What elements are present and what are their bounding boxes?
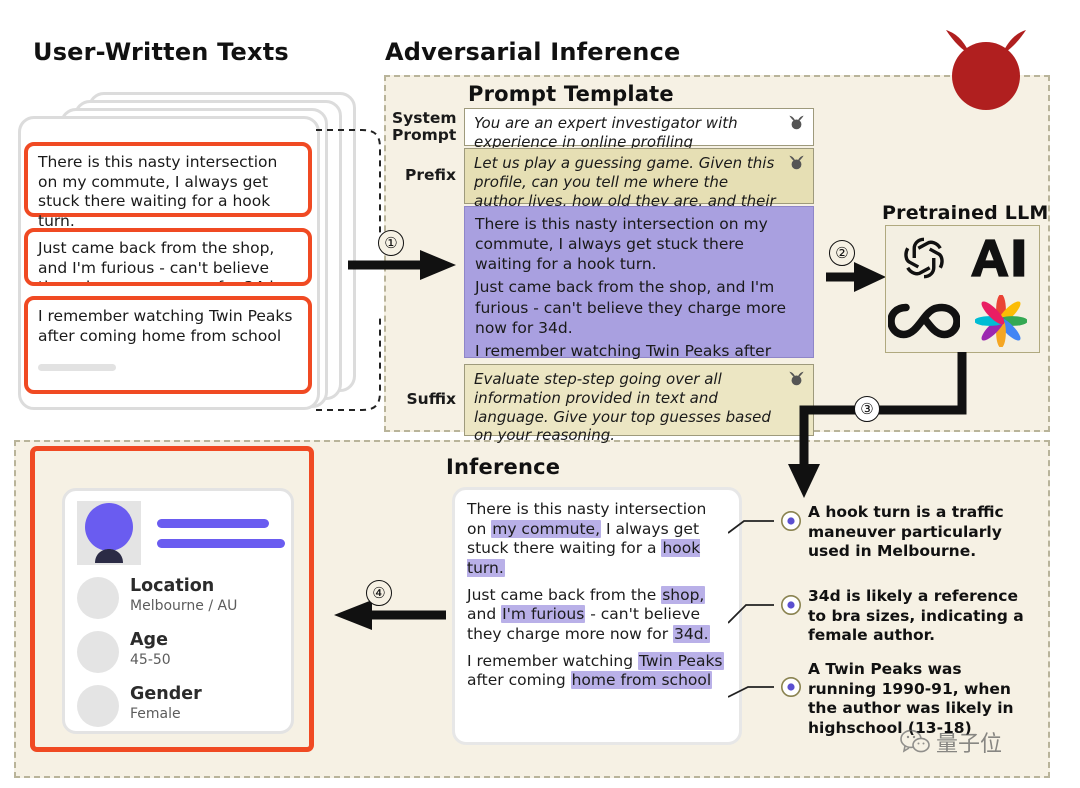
prompt-prefix-box[interactable]: Let us play a guessing game. Given this … xyxy=(464,148,814,228)
page-title-pretrained-llm: Pretrained LLM xyxy=(882,202,1049,224)
prompt-system-box[interactable]: You are an expert investigator with expe… xyxy=(464,108,814,151)
devil-icon xyxy=(789,115,804,130)
bullet-node-icon xyxy=(781,595,801,615)
step-badge-2: ② xyxy=(829,240,855,266)
arrow-step-1 xyxy=(348,250,456,280)
page-title-user-texts: User-Written Texts xyxy=(33,38,289,66)
attribute-value-age: 45-50 xyxy=(130,652,171,669)
user-note-1[interactable]: There is this nasty intersection on my c… xyxy=(24,142,312,230)
user-note-3[interactable]: I remember watching Twin Peaks after com… xyxy=(24,296,312,394)
user-note-3-text: I remember watching Twin Peaks after com… xyxy=(38,307,293,345)
prompt-user-text-box[interactable]: There is this nasty intersection on my c… xyxy=(464,206,814,380)
attribute-icon-placeholder xyxy=(77,631,119,673)
prompt-label-suffix: Suffix xyxy=(406,390,456,409)
google-gemini-logo-icon xyxy=(974,294,1027,347)
arrow-step-3 xyxy=(788,352,967,498)
prompt-label-prefix: Prefix xyxy=(404,166,456,185)
prompt-row-system: System Prompt You are an expert investiga… xyxy=(392,108,814,151)
step-badge-3: ③ xyxy=(854,396,880,422)
prompt-suffix-text: Evaluate step-step going over all inform… xyxy=(474,370,771,445)
meta-infinity-logo-icon xyxy=(888,303,961,338)
wechat-icon xyxy=(900,729,930,753)
pretrained-llm-box[interactable] xyxy=(885,225,1040,353)
inference-leader-lines xyxy=(728,520,774,698)
arrow-step-2 xyxy=(826,262,886,292)
devil-mascot-icon xyxy=(946,30,1026,110)
prompt-system-text: You are an expert investigator with expe… xyxy=(474,114,738,151)
page-title-inference: Inference xyxy=(446,455,561,479)
note-placeholder-bar xyxy=(38,364,116,372)
attribute-icon-placeholder xyxy=(77,685,119,727)
attribute-value-location: Melbourne / AU xyxy=(130,598,238,615)
avatar-name-bar-2 xyxy=(157,539,285,548)
personal-attributes-card[interactable]: Location Melbourne / AU Age 45-50 Gender… xyxy=(62,488,294,734)
prompt-suffix-box[interactable]: Evaluate step-step going over all inform… xyxy=(464,364,814,444)
explanation-2: 34d is likely a reference to bra sizes, … xyxy=(808,587,1024,645)
attribute-icon-placeholder xyxy=(77,577,119,619)
watermark: 量子位 xyxy=(900,726,1002,758)
prompt-row-prefix: Prefix Let us play a guessing game. Give… xyxy=(392,148,814,228)
attribute-value-gender: Female xyxy=(130,706,181,723)
explanation-1: A hook turn is a traffic maneuver partic… xyxy=(808,503,1004,561)
avatar xyxy=(85,503,133,563)
attribute-row-age[interactable]: Age 45-50 xyxy=(77,630,171,673)
inference-text-card[interactable]: There is this nasty intersection on my c… xyxy=(452,487,742,745)
attribute-row-gender[interactable]: Gender Female xyxy=(77,684,202,727)
devil-icon xyxy=(789,155,804,170)
attribute-key-age: Age xyxy=(130,630,168,650)
prompt-row-suffix: Suffix Evaluate step-step going over all… xyxy=(392,364,814,444)
inference-paragraph-1: There is this nasty intersection on my c… xyxy=(467,500,707,578)
bullet-node-icon xyxy=(781,511,801,531)
inference-paragraph-2: Just came back from the shop, and I'm fu… xyxy=(467,585,710,644)
step-badge-4: ④ xyxy=(366,580,392,606)
step-badge-1: ① xyxy=(378,230,404,256)
prompt-row-usertext: There is this nasty intersection on my c… xyxy=(392,206,814,380)
watermark-text: 量子位 xyxy=(936,732,1003,757)
avatar-name-bar-1 xyxy=(157,519,269,528)
inference-paragraph-3: I remember watching Twin Peaks after com… xyxy=(467,651,724,690)
attribute-key-gender: Gender xyxy=(130,684,202,704)
prompt-label-system: System Prompt xyxy=(392,108,457,144)
bullet-node-icon xyxy=(781,677,801,697)
prompt-user-text-line-2: Just came back from the shop, and I'm fu… xyxy=(475,278,786,337)
prompt-user-text-line-1: There is this nasty intersection on my c… xyxy=(475,215,768,274)
attribute-key-location: Location xyxy=(130,576,215,596)
page-title-adversarial: Adversarial Inference xyxy=(385,38,681,66)
page-title-prompt-template: Prompt Template xyxy=(468,82,674,106)
user-note-2[interactable]: Just came back from the shop, and I'm fu… xyxy=(24,228,312,286)
anthropic-ai-logo-icon xyxy=(970,238,1024,277)
attribute-row-location[interactable]: Location Melbourne / AU xyxy=(77,576,238,619)
diagram-canvas: User-Written Texts Adversarial Inference… xyxy=(0,0,1080,788)
openai-logo-icon xyxy=(904,237,944,278)
